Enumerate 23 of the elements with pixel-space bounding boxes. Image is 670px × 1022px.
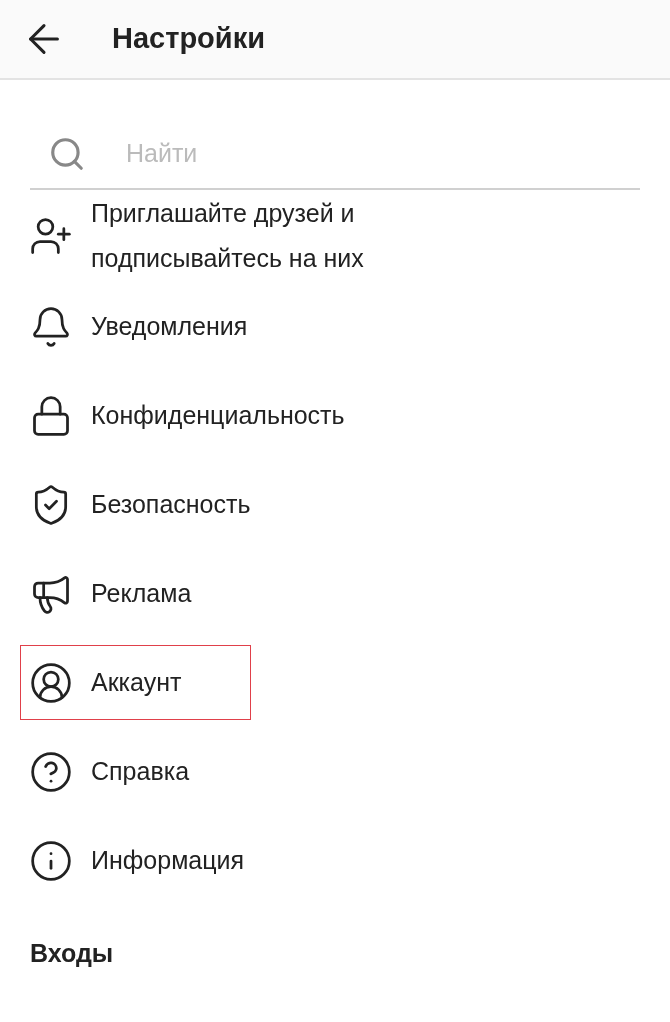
item-label: Реклама — [91, 577, 192, 609]
section-heading: Входы — [30, 939, 114, 967]
settings-item[interactable]: Информация — [20, 823, 256, 898]
user-circle-icon — [29, 660, 73, 705]
item-label: Уведомления — [91, 310, 248, 342]
item-label: Справка — [91, 755, 190, 787]
settings-item[interactable]: Приглашайте друзей и подписывайтесь на них — [20, 191, 462, 281]
help-icon — [29, 749, 73, 794]
settings-item[interactable]: Конфиденциальность — [20, 378, 356, 453]
settings-item[interactable]: Справка — [20, 734, 201, 809]
settings-item[interactable]: Аккаунт — [20, 645, 251, 720]
info-icon — [29, 838, 73, 883]
search-icon — [48, 135, 86, 173]
settings-item[interactable]: Уведомления — [20, 289, 259, 364]
settings-item[interactable]: Реклама — [20, 556, 203, 631]
item-label: Конфиденциальность — [91, 399, 345, 431]
item-label: Аккаунт — [91, 666, 182, 698]
item-label: Информация — [91, 844, 245, 876]
page-title: Настройки — [112, 21, 265, 57]
settings-item[interactable]: Безопасность — [20, 467, 262, 542]
item-label: Безопасность — [91, 488, 251, 520]
item-label: Приглашайте друзей и подписывайтесь на них — [91, 198, 365, 274]
search-field[interactable]: Найти — [126, 135, 640, 173]
